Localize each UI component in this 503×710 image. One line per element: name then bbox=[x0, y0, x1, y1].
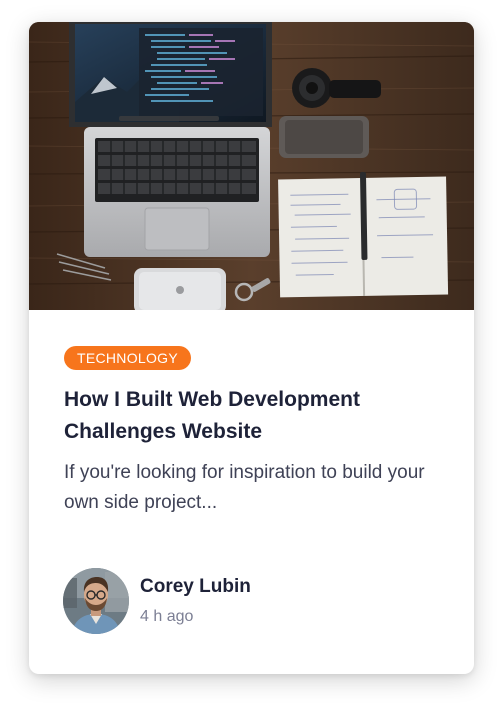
article-excerpt: If you're looking for inspiration to bui… bbox=[64, 462, 425, 513]
post-time: 4 h ago bbox=[140, 608, 194, 625]
article-image[interactable] bbox=[29, 22, 474, 310]
author-name[interactable]: Corey Lubin bbox=[140, 575, 251, 599]
avatar[interactable] bbox=[63, 568, 129, 634]
article-card[interactable]: TECHNOLOGY How I Built Web Development C… bbox=[29, 22, 474, 674]
laptop-desk-photo-icon bbox=[29, 22, 474, 310]
author-block[interactable]: Corey Lubin 4 h ago bbox=[63, 568, 251, 634]
author-avatar-icon bbox=[63, 568, 129, 634]
article-title[interactable]: How I Built Web Development Challenges W… bbox=[64, 384, 444, 448]
category-badge[interactable]: TECHNOLOGY bbox=[64, 346, 192, 370]
author-meta: Corey Lubin 4 h ago bbox=[140, 575, 251, 627]
